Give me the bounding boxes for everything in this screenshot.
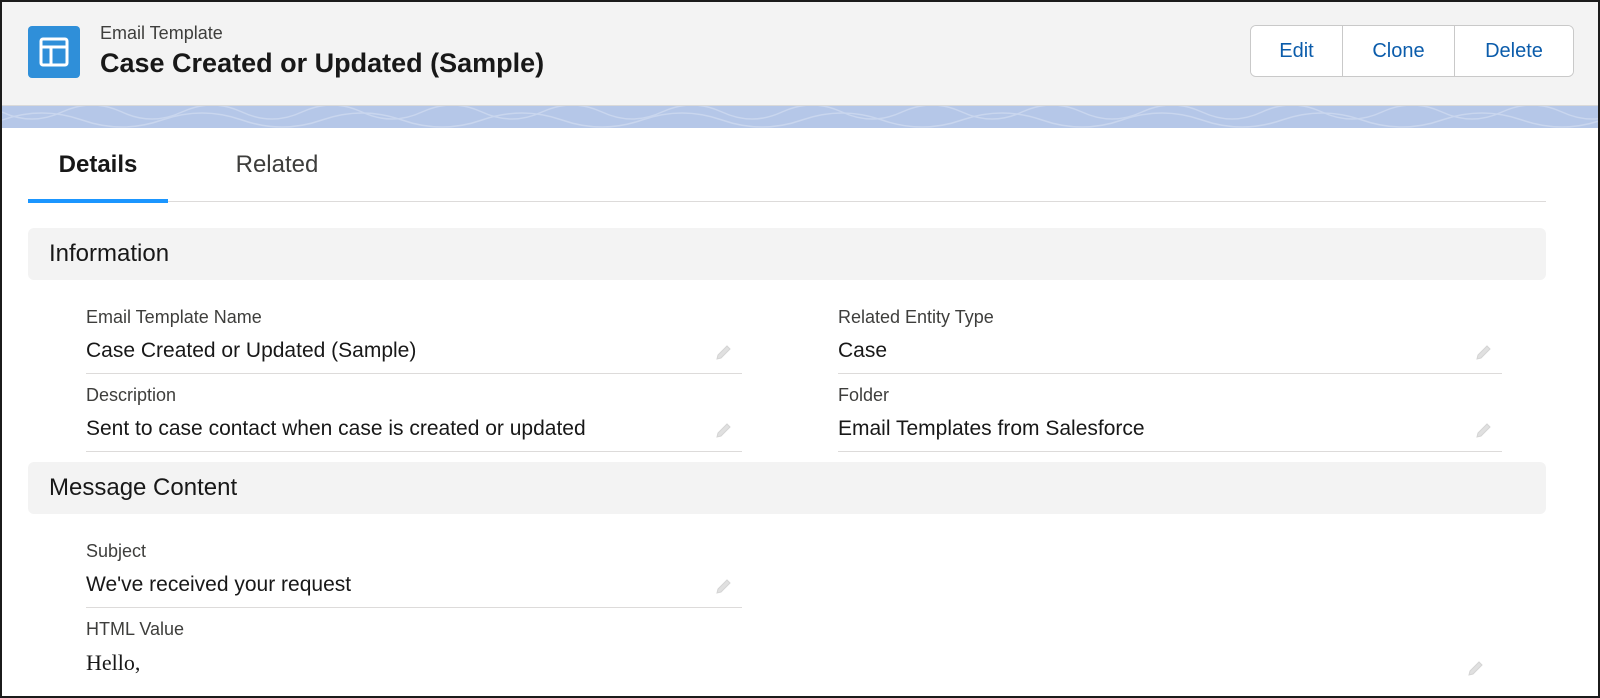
field-label: Subject: [86, 541, 147, 561]
field-label: Description: [86, 385, 177, 405]
field-folder: Folder Email Templates from Salesforce: [838, 374, 1502, 452]
pencil-icon[interactable]: [714, 576, 734, 596]
field-value: Case: [838, 339, 888, 362]
field-label: HTML Value: [86, 619, 185, 639]
field-value: We've received your request: [86, 573, 352, 596]
field-value: Email Templates from Salesforce: [838, 417, 1145, 440]
field-label: Related Entity Type: [838, 307, 994, 327]
section-message-content-header[interactable]: Message Content: [28, 462, 1546, 514]
field-related-entity-type: Related Entity Type Case: [838, 296, 1502, 374]
tab-bar: Details Related: [28, 128, 1546, 203]
field-value: Sent to case contact when case is create…: [86, 417, 586, 440]
record-header: Email Template Case Created or Updated (…: [2, 2, 1598, 106]
header-text: Email Template Case Created or Updated (…: [100, 22, 544, 80]
page-title: Case Created or Updated (Sample): [100, 48, 545, 78]
clone-button[interactable]: Clone: [1343, 26, 1455, 76]
field-subject: Subject We've received your request: [86, 530, 742, 608]
tab-related[interactable]: Related: [208, 128, 346, 202]
pencil-icon[interactable]: [1474, 420, 1494, 440]
decorative-banner: [2, 106, 1598, 128]
field-email-template-name: Email Template Name Case Created or Upda…: [86, 296, 742, 374]
section-information-header[interactable]: Information: [28, 228, 1546, 280]
field-value: Hello,: [86, 650, 141, 675]
email-template-icon: [28, 26, 80, 78]
pencil-icon[interactable]: [1474, 342, 1494, 362]
action-button-group: Edit Clone Delete: [1250, 25, 1574, 77]
delete-button[interactable]: Delete: [1455, 26, 1573, 76]
record-detail-card: Details Related Information Email Templa…: [2, 128, 1598, 696]
record-page: Email Template Case Created or Updated (…: [0, 0, 1600, 698]
field-html-value: HTML Value Hello,: [86, 608, 1494, 696]
field-label: Email Template Name: [86, 307, 262, 327]
pencil-icon[interactable]: [714, 342, 734, 362]
field-label: Folder: [838, 385, 890, 405]
pencil-icon[interactable]: [1466, 658, 1486, 678]
field-value: Case Created or Updated (Sample): [86, 339, 417, 362]
pencil-icon[interactable]: [714, 420, 734, 440]
field-description: Description Sent to case contact when ca…: [86, 374, 742, 452]
object-label: Email Template: [100, 23, 223, 43]
edit-button[interactable]: Edit: [1251, 26, 1343, 76]
tab-details[interactable]: Details: [28, 128, 168, 203]
